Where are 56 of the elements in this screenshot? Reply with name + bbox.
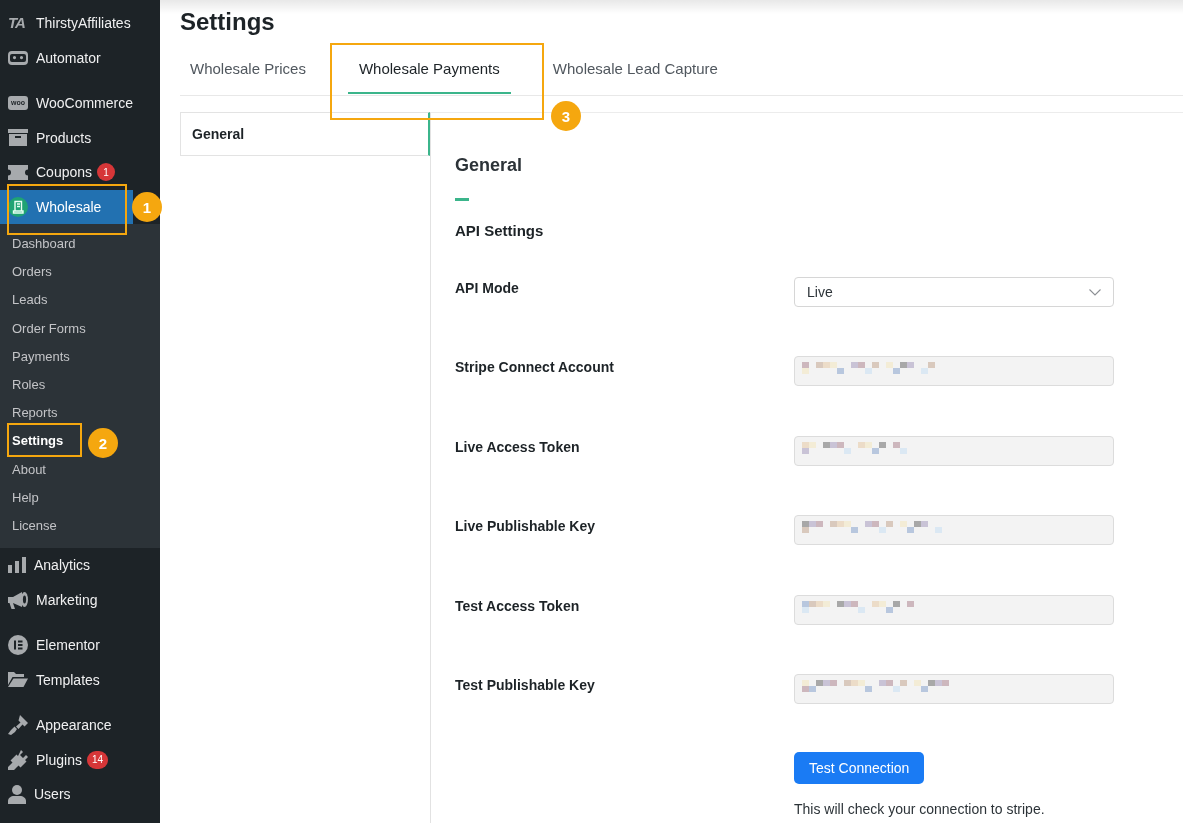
person-icon bbox=[8, 784, 26, 804]
page-title: Settings bbox=[180, 7, 276, 37]
submenu-item[interactable]: Orders bbox=[0, 258, 56, 287]
ticket-icon bbox=[8, 164, 28, 180]
sidebar-item[interactable]: Marketing bbox=[0, 582, 133, 618]
folder-icon bbox=[8, 672, 28, 688]
accent-bar bbox=[455, 198, 469, 201]
sidebar-item[interactable]: Products bbox=[0, 120, 133, 155]
tab[interactable]: Wholesale Payments bbox=[347, 47, 511, 94]
help-text: This will check your connection to stripe. bbox=[794, 800, 1045, 819]
submenu-item[interactable]: Payments bbox=[0, 342, 74, 371]
document-disc-icon bbox=[8, 196, 28, 217]
letter-e-disc-icon bbox=[8, 635, 28, 656]
select-field[interactable]: Live bbox=[794, 277, 1114, 307]
paintbrush-icon bbox=[8, 715, 28, 736]
submenu-item[interactable]: Roles bbox=[0, 370, 50, 400]
field-label: Live Publishable Key bbox=[455, 517, 596, 537]
field-label: Test Publishable Key bbox=[455, 675, 595, 695]
sidebar-item[interactable]: Templates bbox=[0, 662, 133, 698]
subsection-title: API Settings bbox=[455, 221, 545, 241]
sidebar-item[interactable]: Appearance bbox=[0, 708, 133, 743]
submenu-item[interactable]: Leads bbox=[0, 286, 52, 315]
bar-chart-icon bbox=[8, 557, 26, 574]
submenu-item[interactable]: About bbox=[0, 455, 50, 484]
count-badge: 1 bbox=[97, 163, 116, 182]
count-badge: 14 bbox=[86, 750, 109, 769]
field-label: Live Access Token bbox=[455, 437, 580, 457]
field-label: API Mode bbox=[455, 279, 519, 298]
sidebar-item[interactable]: Elementor bbox=[0, 628, 133, 663]
robot-face-icon bbox=[8, 50, 28, 65]
submenu-item[interactable]: License bbox=[0, 511, 61, 541]
sidebar-item[interactable]: Analytics bbox=[0, 548, 133, 583]
submenu-item[interactable]: Order Forms bbox=[0, 314, 90, 343]
tab[interactable]: Wholesale Lead Capture bbox=[541, 47, 729, 94]
submenu-item[interactable]: Reports bbox=[0, 399, 62, 428]
megaphone-icon bbox=[8, 590, 28, 609]
plug-icon bbox=[8, 749, 28, 770]
field-label: Stripe Connect Account bbox=[455, 358, 614, 378]
sidebar-item[interactable]: Users bbox=[0, 777, 133, 812]
submenu-item[interactable]: Settings bbox=[0, 427, 68, 456]
submenu-item[interactable]: Dashboard bbox=[0, 230, 80, 259]
tab[interactable]: Wholesale Prices bbox=[180, 47, 317, 94]
sidebar-item[interactable]: Plugins 14 bbox=[0, 742, 133, 778]
sidebar-item[interactable]: Automator bbox=[0, 40, 133, 75]
logo-text: TA bbox=[8, 15, 26, 32]
step-number: 3 bbox=[551, 101, 581, 131]
field-label: Test Access Token bbox=[455, 596, 580, 616]
section-nav-item[interactable]: General bbox=[180, 112, 430, 156]
sidebar-item[interactable]: Wholesale bbox=[0, 189, 133, 224]
submenu-item[interactable]: Help bbox=[0, 483, 43, 512]
section-title: General bbox=[455, 154, 524, 177]
chevron-down-icon bbox=[1089, 288, 1101, 296]
sidebar-item[interactable]: Coupons 1 bbox=[0, 155, 133, 190]
sidebar-item[interactable]: TA ThirstyAffiliates bbox=[0, 6, 133, 41]
archive-box-icon bbox=[8, 129, 28, 147]
test-connection-button[interactable]: Test Connection bbox=[794, 752, 925, 785]
